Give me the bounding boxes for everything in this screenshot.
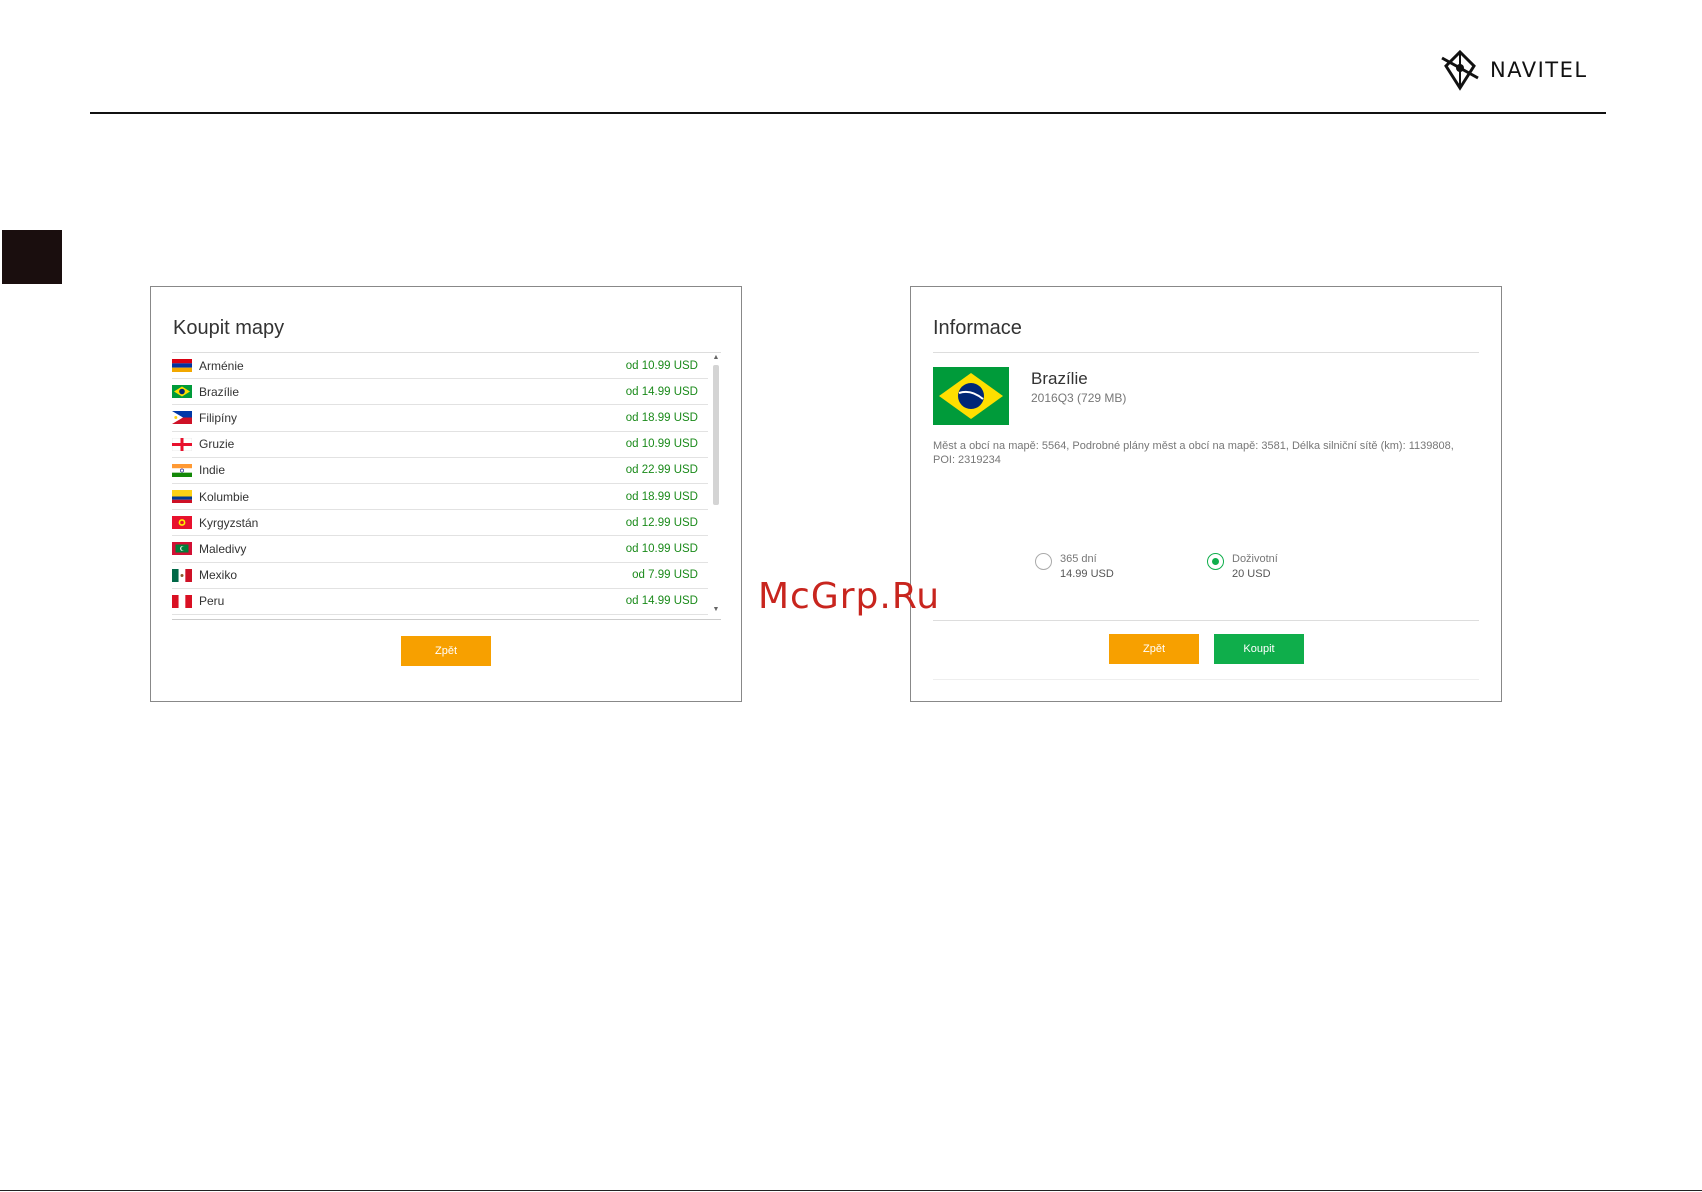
list-scrollbar[interactable]: ▲ ▼ xyxy=(711,353,721,615)
country-price: od 18.99 USD xyxy=(625,411,698,424)
list-item[interactable]: Arménie od 10.99 USD xyxy=(172,353,708,380)
option-lifetime[interactable]: Doživotní 20 USD xyxy=(1207,552,1278,582)
country-name: Mexiko xyxy=(199,568,238,583)
map-info-dialog: Informace Brazílie 2016Q3 (729 MB) Měst … xyxy=(910,286,1502,702)
list-item[interactable]: Brazílie od 14.99 USD xyxy=(172,379,708,406)
list-item[interactable]: Peru od 14.99 USD xyxy=(172,589,708,615)
info-title: Informace xyxy=(933,317,1022,339)
country-price: od 14.99 USD xyxy=(625,385,698,398)
info-bottom-divider xyxy=(933,620,1479,621)
country-name: Peru xyxy=(199,594,225,609)
country-price: od 10.99 USD xyxy=(625,359,698,372)
back-button[interactable]: Zpět xyxy=(1109,634,1199,664)
option-365-days[interactable]: 365 dní 14.99 USD xyxy=(1035,552,1114,582)
mexico-flag-icon xyxy=(172,568,192,582)
scroll-down-arrow-icon[interactable]: ▼ xyxy=(711,605,721,615)
country-price: od 10.99 USD xyxy=(625,438,698,451)
buy-maps-dialog: Koupit mapy Arménie od 10.99 USD Brazíli… xyxy=(150,286,742,702)
map-list[interactable]: Arménie od 10.99 USD Brazílie od 14.99 U… xyxy=(172,353,708,615)
info-footer-divider xyxy=(933,679,1479,680)
scroll-thumb[interactable] xyxy=(713,365,719,505)
scroll-up-arrow-icon[interactable]: ▲ xyxy=(711,353,721,363)
option-label: 365 dní xyxy=(1060,553,1097,565)
buy-button[interactable]: Koupit xyxy=(1214,634,1304,664)
footer-divider xyxy=(0,1190,1702,1191)
philippines-flag-icon xyxy=(172,411,192,425)
list-item[interactable]: Maledivy od 10.99 USD xyxy=(172,536,708,563)
watermark-text: McGrp.Ru xyxy=(758,576,941,617)
header-divider xyxy=(90,112,1606,114)
country-price: od 10.99 USD xyxy=(625,542,698,555)
country-name: Indie xyxy=(199,463,226,478)
radio-lifetime[interactable] xyxy=(1207,553,1224,570)
kyrgyzstan-flag-icon xyxy=(172,516,192,530)
country-price: od 22.99 USD xyxy=(625,464,698,477)
brand-name: NAVITEL xyxy=(1490,58,1588,82)
country-name: Gruzie xyxy=(199,437,235,452)
option-price: 20 USD xyxy=(1232,568,1271,580)
map-list-container: Arménie od 10.99 USD Brazílie od 14.99 U… xyxy=(172,352,721,620)
info-top-divider xyxy=(933,352,1479,353)
side-language-tab xyxy=(2,230,62,284)
list-item[interactable]: Kolumbie od 18.99 USD xyxy=(172,484,708,511)
list-item[interactable]: Mexiko od 7.99 USD xyxy=(172,563,708,589)
radio-365-days[interactable] xyxy=(1035,553,1052,570)
navitel-logo-icon xyxy=(1441,49,1479,91)
peru-flag-icon xyxy=(172,594,192,608)
list-bottom-divider xyxy=(172,619,721,620)
country-name: Kyrgyzstán xyxy=(199,515,259,530)
back-button[interactable]: Zpět xyxy=(401,636,491,666)
option-label: Doživotní xyxy=(1232,553,1278,565)
brazil-flag-icon xyxy=(933,367,1009,425)
scroll-track[interactable] xyxy=(713,365,719,603)
country-price: od 12.99 USD xyxy=(625,516,698,529)
navitel-logo: NAVITEL xyxy=(1440,48,1588,92)
option-price: 14.99 USD xyxy=(1060,568,1114,580)
georgia-flag-icon xyxy=(172,437,192,451)
colombia-flag-icon xyxy=(172,490,192,504)
country-price: od 7.99 USD xyxy=(632,569,698,582)
country-price: od 18.99 USD xyxy=(625,490,698,503)
armenia-flag-icon xyxy=(172,359,192,373)
country-name: Kolumbie xyxy=(199,489,250,504)
country-name: Brazílie xyxy=(199,384,240,399)
country-name: Filipíny xyxy=(199,410,238,425)
brazil-flag-icon xyxy=(172,385,192,399)
list-item[interactable]: Kyrgyzstán od 12.99 USD xyxy=(172,510,708,537)
list-item[interactable]: Indie od 22.99 USD xyxy=(172,458,708,484)
buy-maps-title: Koupit mapy xyxy=(173,317,285,339)
selected-country-name: Brazílie xyxy=(1031,369,1088,388)
list-item[interactable]: Gruzie od 10.99 USD xyxy=(172,432,708,458)
country-name: Maledivy xyxy=(199,541,247,556)
list-item[interactable]: Filipíny od 18.99 USD xyxy=(172,405,708,432)
country-price: od 14.99 USD xyxy=(625,595,698,608)
country-name: Arménie xyxy=(199,358,244,373)
map-version-size: 2016Q3 (729 MB) xyxy=(1031,391,1127,405)
india-flag-icon xyxy=(172,463,192,477)
maldives-flag-icon xyxy=(172,542,192,556)
map-description: Měst a obcí na mapě: 5564, Podrobné plán… xyxy=(933,440,1454,466)
